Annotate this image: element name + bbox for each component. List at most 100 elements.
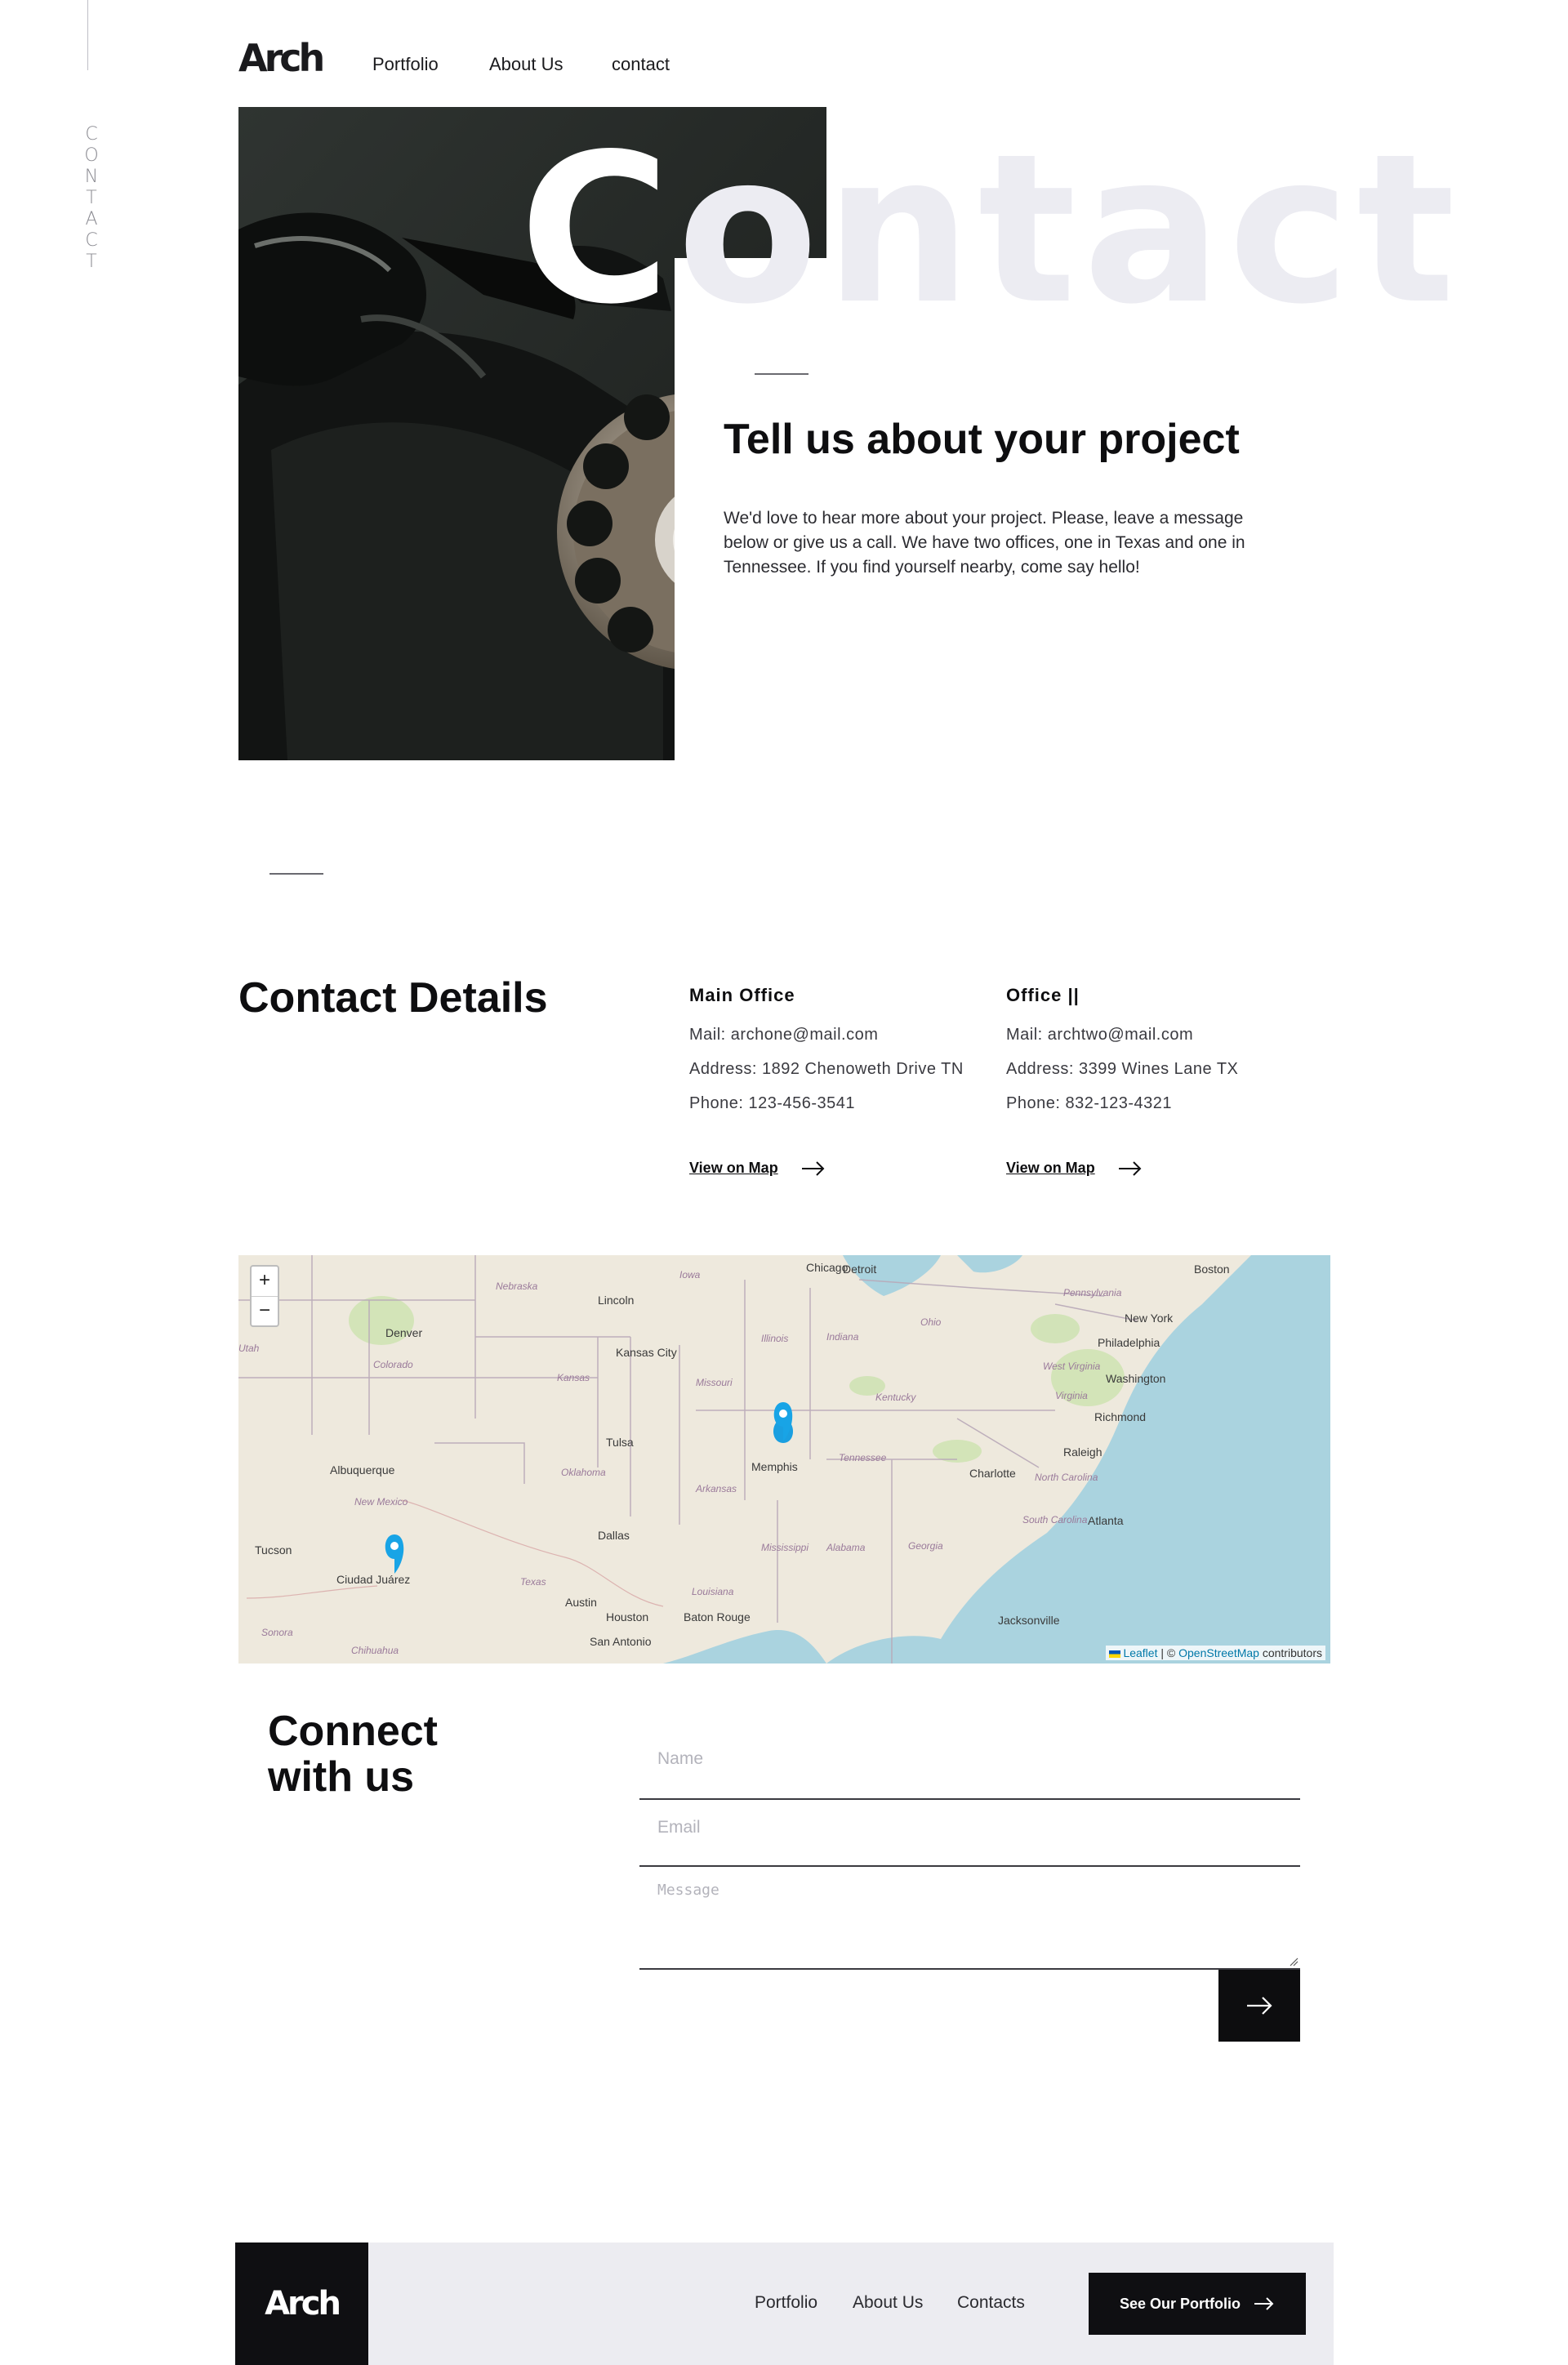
office-name: Main Office: [689, 985, 795, 1005]
footer-link-portfolio[interactable]: Portfolio: [755, 2293, 817, 2313]
map-city-label: Atlanta: [1088, 1514, 1124, 1527]
map-state-label: Arkansas: [695, 1483, 737, 1494]
see-portfolio-button[interactable]: See Our Portfolio: [1089, 2273, 1306, 2335]
map-state-label: Missouri: [696, 1377, 733, 1388]
map-state-label: Tennessee: [839, 1452, 887, 1463]
map-city-label: Dallas: [598, 1529, 630, 1542]
footer-logo: Arch: [265, 2285, 341, 2323]
office-name: Office ||: [1006, 985, 1080, 1005]
map-state-label: Texas: [520, 1576, 546, 1588]
map-state-label: Iowa: [679, 1269, 701, 1280]
map-city-label: Lincoln: [598, 1294, 634, 1307]
resize-handle-icon[interactable]: [1289, 1957, 1298, 1966]
map-city-label: San Antonio: [590, 1635, 652, 1648]
hero-big-word-rest: ontact: [676, 110, 1462, 350]
map-city-label: Philadelphia: [1098, 1336, 1160, 1349]
map-state-label: Oklahoma: [561, 1467, 606, 1478]
map-state-label: South Carolina: [1022, 1514, 1088, 1525]
office-address: Address: 3399 Wines Lane TX: [1006, 1060, 1239, 1078]
map-city-label: Baton Rouge: [684, 1610, 751, 1623]
office-main: Main Office Mail: archone@mail.com Addre…: [689, 985, 983, 1177]
send-button[interactable]: [1218, 1970, 1300, 2042]
nav-about-us[interactable]: About Us: [489, 54, 564, 75]
view-on-map-label: View on Map: [689, 1160, 778, 1176]
hero-title: Tell us about your project: [724, 416, 1240, 463]
map[interactable]: Detroit Chicago Boston Lincoln Denver New Yor…: [238, 1255, 1330, 1664]
map-state-label: Ohio: [920, 1316, 942, 1328]
map-state-label: Illinois: [761, 1333, 788, 1344]
map-state-label: North Carolina: [1035, 1472, 1098, 1483]
map-city-label: Kansas City: [616, 1346, 677, 1359]
map-state-label: Mississippi: [761, 1542, 808, 1553]
zoom-in-button[interactable]: +: [252, 1267, 278, 1296]
map-city-label: Tulsa: [606, 1436, 634, 1449]
map-state-label: Alabama: [826, 1542, 866, 1553]
leaflet-link[interactable]: Leaflet: [1123, 1646, 1157, 1659]
map-city-label: Jacksonville: [998, 1614, 1060, 1627]
map-city-label: Charlotte: [969, 1467, 1016, 1480]
view-on-map-link[interactable]: View on Map: [689, 1160, 983, 1177]
view-on-map-link[interactable]: View on Map: [1006, 1160, 1300, 1177]
map-tiles[interactable]: DetroitChicago BostonLincolnDenverNew Yor…: [238, 1255, 1330, 1664]
map-attribution: Leaflet | © OpenStreetMap contributors: [1106, 1646, 1325, 1660]
map-state-label: Chihuahua: [351, 1645, 399, 1656]
nav-portfolio[interactable]: Portfolio: [372, 54, 439, 75]
zoom-out-button[interactable]: −: [252, 1296, 278, 1325]
rail-line: [87, 0, 88, 70]
office-phone: Phone: 123-456-3541: [689, 1094, 855, 1112]
map-zoom-control: + −: [250, 1265, 279, 1327]
email-placeholder: Email: [657, 1818, 701, 1837]
nav-contact[interactable]: contact: [612, 54, 670, 75]
footer-link-contacts[interactable]: Contacts: [957, 2293, 1025, 2313]
email-field[interactable]: Email: [639, 1800, 1300, 1867]
map-city-label: New York: [1125, 1312, 1174, 1325]
office-mail: Mail: archone@mail.com: [689, 1026, 879, 1044]
map-state-label: New Mexico: [354, 1496, 408, 1508]
footer-logo-box[interactable]: Arch: [235, 2243, 368, 2365]
hero-big-word-first-letter: C: [519, 110, 677, 350]
office-phone: Phone: 832-123-4321: [1006, 1094, 1172, 1112]
arrow-right-icon: [1247, 1997, 1272, 2015]
connect-title: Connect with us: [268, 1708, 438, 1800]
rail-label: CONTACT: [84, 124, 99, 272]
map-marker-icon[interactable]: [773, 1402, 793, 1443]
attribution-separator: | ©: [1157, 1646, 1179, 1659]
map-city-label: Houston: [606, 1610, 648, 1623]
message-field[interactable]: Message: [639, 1867, 1300, 1970]
map-state-label: Pennsylvania: [1063, 1287, 1122, 1298]
details-title: Contact Details: [238, 974, 548, 1022]
map-state-label: Georgia: [908, 1540, 943, 1552]
map-city-label: Tucson: [255, 1543, 292, 1557]
name-field[interactable]: Name: [639, 1730, 1300, 1800]
hero-big-word: Contact: [519, 124, 1462, 336]
map-city-label: Memphis: [751, 1460, 798, 1473]
footer-link-about-us[interactable]: About Us: [853, 2293, 923, 2313]
message-placeholder: Message: [657, 1882, 719, 1899]
logo[interactable]: Arch: [238, 36, 325, 80]
footer: Arch Portfolio About Us Contacts See Our…: [235, 2243, 1334, 2365]
map-city-label: Boston: [1194, 1263, 1230, 1276]
map-state-label: Kentucky: [875, 1392, 916, 1403]
map-state-label: Nebraska: [496, 1280, 538, 1292]
osm-link[interactable]: OpenStreetMap: [1178, 1646, 1259, 1659]
map-state-label: West Virginia: [1043, 1361, 1101, 1372]
details-divider: [270, 873, 323, 875]
connect-title-line1: Connect: [268, 1708, 438, 1755]
view-on-map-label: View on Map: [1006, 1160, 1095, 1176]
name-placeholder: Name: [657, 1749, 704, 1768]
arrow-right-icon: [1118, 1160, 1142, 1176]
map-state-label: Colorado: [373, 1359, 413, 1370]
map-state-label: Kansas: [557, 1372, 590, 1383]
map-city-label: Chicago: [806, 1261, 849, 1274]
map-city-label: Denver: [385, 1326, 422, 1339]
hero-text: We'd love to hear more about your projec…: [724, 509, 1245, 577]
attribution-tail: contributors: [1258, 1646, 1322, 1659]
arrow-right-icon: [801, 1160, 825, 1176]
hero-divider: [755, 373, 808, 375]
office-second: Office || Mail: archtwo@mail.com Address…: [1006, 985, 1300, 1177]
map-state-label: Indiana: [826, 1331, 859, 1343]
arrow-right-icon: [1254, 2297, 1274, 2310]
map-state-label: Louisiana: [692, 1586, 734, 1597]
map-state-label: Utah: [238, 1343, 260, 1354]
office-address: Address: 1892 Chenoweth Drive TN: [689, 1060, 964, 1078]
